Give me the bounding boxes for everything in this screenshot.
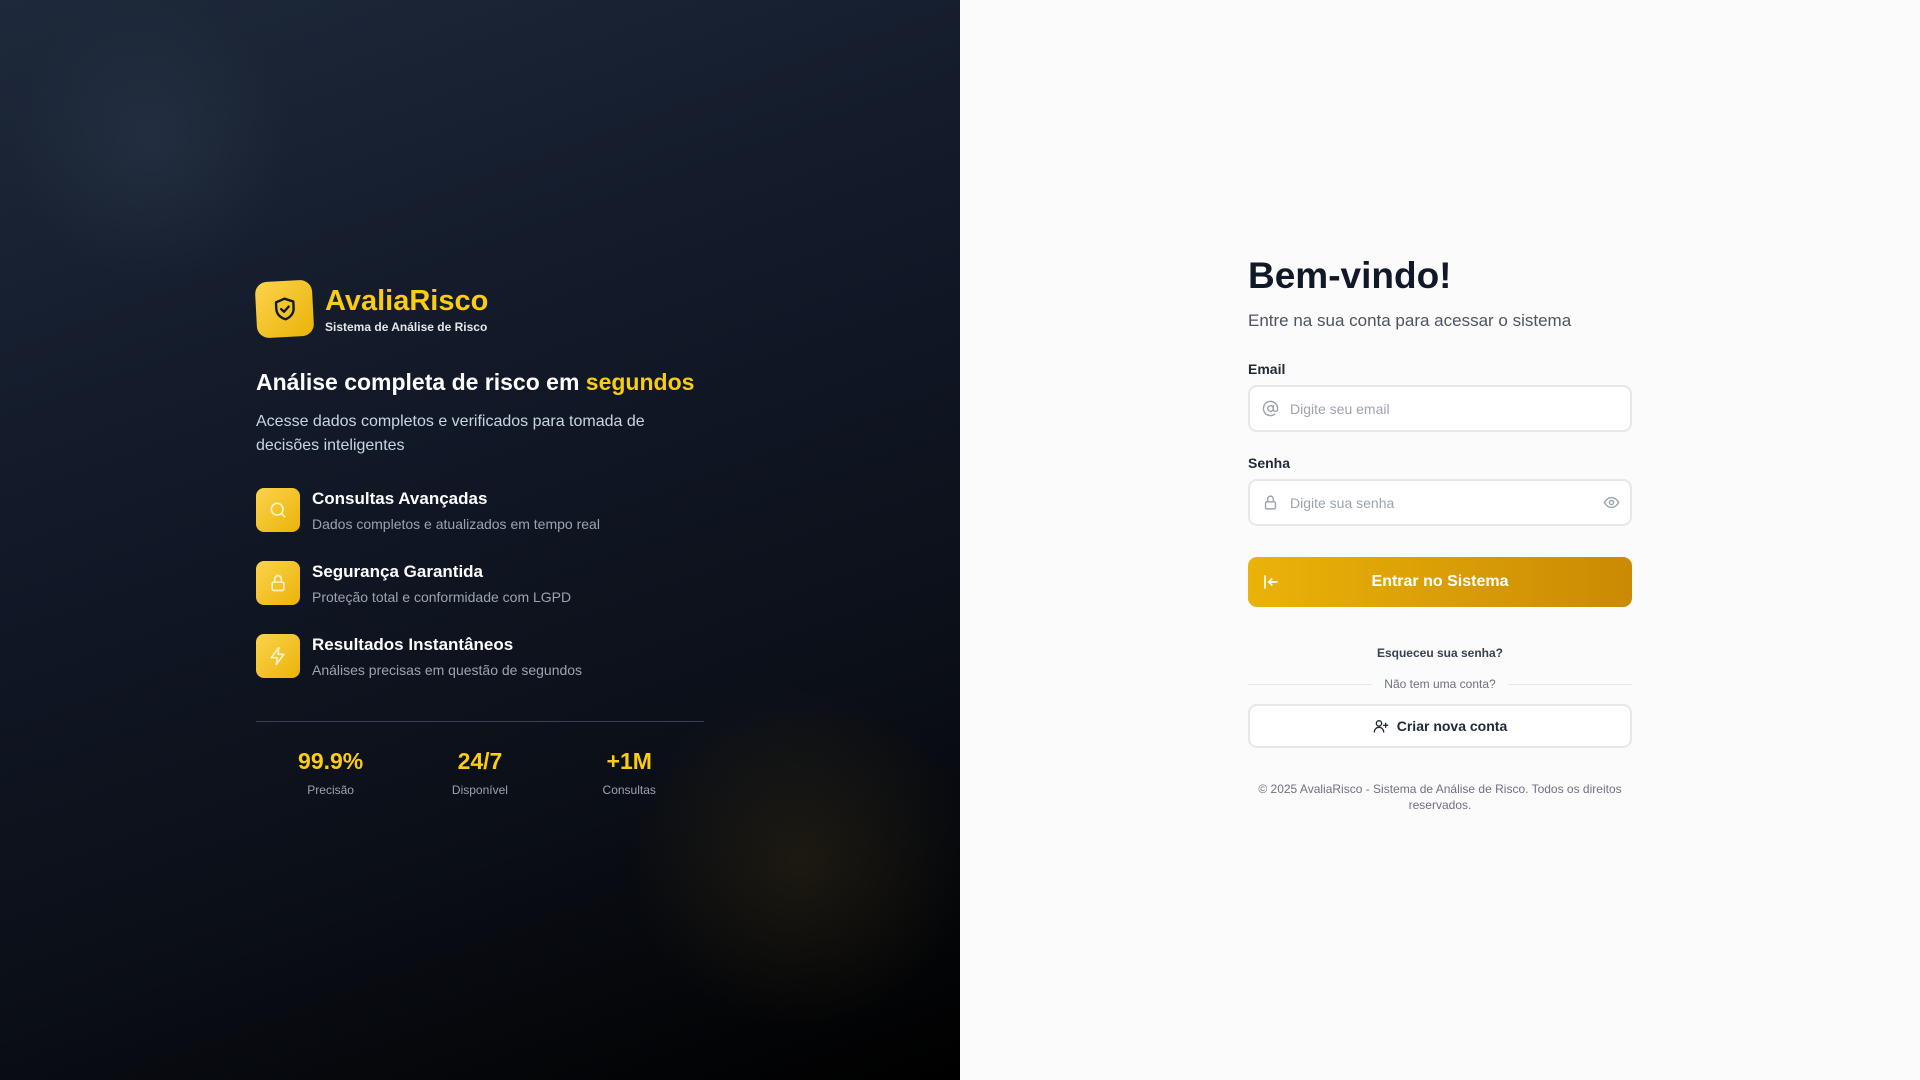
feature-text: Consultas Avançadas Dados completos e at… xyxy=(312,488,600,532)
divider-line xyxy=(1507,683,1632,685)
bolt-icon xyxy=(270,646,285,666)
headline-prefix: Análise completa de risco em xyxy=(256,369,586,395)
brand-panel: AvaliaRisco Sistema de Análise de Risco … xyxy=(0,0,960,1080)
feature-icon-box xyxy=(256,634,300,678)
feature-text: Segurança Garantida Proteção total e con… xyxy=(312,561,571,605)
search-icon xyxy=(270,502,286,518)
feature-list: Consultas Avançadas Dados completos e at… xyxy=(256,488,704,707)
feature-title: Consultas Avançadas xyxy=(312,489,488,508)
stat-item: 99.9% Precisão xyxy=(256,748,405,797)
feature-icon-box xyxy=(256,561,300,605)
divider-line xyxy=(1248,683,1373,685)
stat-value: 99.9% xyxy=(298,748,364,774)
feature-item: Segurança Garantida Proteção total e con… xyxy=(256,561,704,634)
password-label: Senha xyxy=(1248,455,1291,471)
login-button-label: Entrar no Sistema xyxy=(1371,573,1509,590)
logo xyxy=(254,279,315,339)
stats-divider xyxy=(256,721,704,722)
lock-icon xyxy=(271,574,285,592)
email-label: Email xyxy=(1248,361,1286,377)
login-subtitle: Entre na sua conta para acessar o sistem… xyxy=(1248,311,1572,330)
feature-title: Segurança Garantida xyxy=(312,562,484,581)
login-button[interactable]: Entrar no Sistema xyxy=(1248,557,1632,607)
lock-icon xyxy=(1264,495,1277,510)
brand-subtitle: Sistema de Análise de Risco xyxy=(325,320,488,334)
login-title: Bem-vindo! xyxy=(1248,255,1452,296)
hero-headline: Análise completa de risco em segundos xyxy=(256,369,704,396)
hero-lead: Acesse dados completos e verificados par… xyxy=(256,413,645,454)
email-field-wrapper xyxy=(1248,385,1632,432)
brand-name: AvaliaRisco xyxy=(325,285,489,317)
create-account-label: Criar nova conta xyxy=(1396,718,1508,734)
eye-icon[interactable] xyxy=(1603,494,1620,511)
stat-item: +1M Consultas xyxy=(555,748,704,797)
feature-description: Análises precisas em questão de segundos xyxy=(312,662,583,678)
login-icon xyxy=(1264,575,1278,589)
stat-label: Disponível xyxy=(451,783,508,797)
password-field[interactable] xyxy=(1250,481,1630,524)
feature-description: Dados completos e atualizados em tempo r… xyxy=(312,516,600,532)
login-panel: Bem-vindo! Entre na sua conta para acess… xyxy=(960,0,1920,1080)
feature-item: Resultados Instantâneos Análises precisa… xyxy=(256,634,704,707)
feature-title: Resultados Instantâneos xyxy=(312,635,514,654)
no-account-text: Não tem uma conta? xyxy=(1384,677,1496,691)
brand-content: AvaliaRisco Sistema de Análise de Risco … xyxy=(254,279,704,797)
stat-item: 24/7 Disponível xyxy=(405,748,554,797)
at-sign-icon xyxy=(1262,400,1279,417)
feature-description: Proteção total e conformidade com LGPD xyxy=(312,589,572,605)
stat-value: +1M xyxy=(606,748,652,774)
password-field-wrapper xyxy=(1248,479,1632,526)
create-account-button[interactable]: Criar nova conta xyxy=(1248,704,1632,748)
login-form: Bem-vindo! Entre na sua conta para acess… xyxy=(1248,255,1632,813)
feature-item: Consultas Avançadas Dados completos e at… xyxy=(256,488,704,561)
feature-text: Resultados Instantâneos Análises precisa… xyxy=(312,634,582,678)
forgot-password-link[interactable]: Esqueceu sua senha? xyxy=(1248,646,1632,660)
brand-header: AvaliaRisco Sistema de Análise de Risco xyxy=(254,279,704,339)
signup-divider: Não tem uma conta? xyxy=(1248,677,1632,691)
footer-copyright: © 2025 AvaliaRisco - Sistema de Análise … xyxy=(1258,782,1622,812)
shield-check-icon xyxy=(274,297,295,321)
email-field[interactable] xyxy=(1250,387,1630,430)
stats-row: 99.9% Precisão 24/7 Disponível +1M Consu… xyxy=(256,748,704,797)
stat-label: Consultas xyxy=(602,783,656,797)
user-plus-icon xyxy=(1373,720,1389,733)
stat-value: 24/7 xyxy=(457,748,503,774)
feature-icon-box xyxy=(256,488,300,532)
headline-accent: segundos xyxy=(585,369,695,395)
stat-label: Precisão xyxy=(307,783,354,797)
brand-text: AvaliaRisco Sistema de Análise de Risco xyxy=(325,284,488,334)
